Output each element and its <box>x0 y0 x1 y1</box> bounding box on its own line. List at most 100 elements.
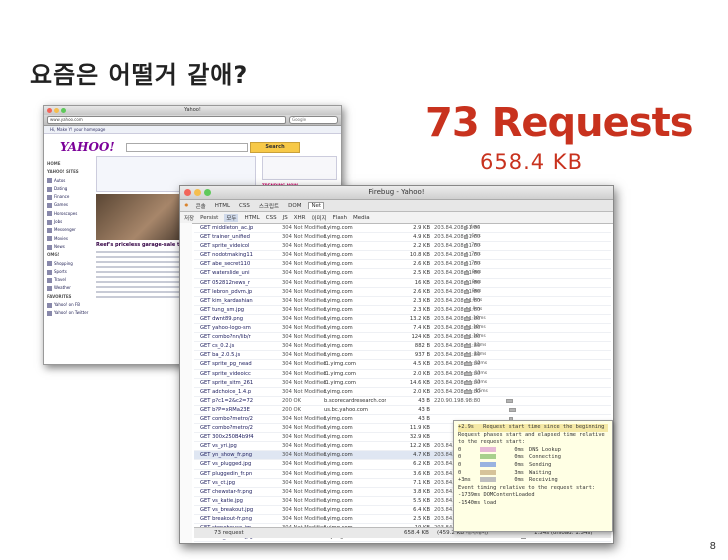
sidebar-item-label: Travel <box>54 277 66 283</box>
maximize-icon[interactable] <box>61 108 66 113</box>
table-row[interactable]: GET dwnt89.png 304 Not Modified l.yimg.com… <box>194 315 611 325</box>
request-ip: 220.90.198.98:80 <box>434 397 481 404</box>
timeline-label: 8ms <box>471 270 482 276</box>
maximize-icon[interactable] <box>204 189 211 196</box>
timeline-label: 13ms <box>474 370 488 376</box>
yahoo-search-input[interactable] <box>126 143 248 152</box>
sidebar-item[interactable]: Horoscopes <box>47 210 91 218</box>
table-row[interactable]: GET ba_2.0.5.js 304 Not Modified l.yimg.co… <box>194 351 611 361</box>
request-name: GET trainer_unified <box>200 234 250 241</box>
table-row[interactable]: GET sprite_videicol 304 Not Modified l.yim… <box>194 242 611 252</box>
yahoo-logo[interactable]: YAHOO! <box>60 140 115 154</box>
panel-tab[interactable]: CSS <box>237 203 252 209</box>
sidebar-item[interactable]: Autos <box>47 177 91 185</box>
request-size: 124 KB <box>411 334 430 341</box>
request-size: 5.5 KB <box>413 497 430 504</box>
phase-label: Receiving <box>529 477 558 484</box>
net-filter-tab[interactable]: HTML <box>244 215 259 221</box>
table-row[interactable]: GET waterslide_uni 304 Not Modified l.yimg… <box>194 269 611 279</box>
firebug-bug-icon[interactable]: ✹ <box>184 203 189 209</box>
sidebar-item[interactable]: Yahoo! on FB <box>47 301 91 309</box>
sidebar-item[interactable]: Yahoo! on Twitter <box>47 309 91 317</box>
request-size: 2.5 KB <box>413 270 430 277</box>
sidebar-item-label: Autos <box>54 177 66 183</box>
net-filter-tab[interactable]: 모두 <box>224 213 239 222</box>
timeline-bar <box>508 407 516 412</box>
sidebar-item-label: Yahoo! on FB <box>54 302 80 308</box>
table-row[interactable]: GET adchoice_1.4.p 304 Not Modified l.yimg… <box>194 388 611 397</box>
table-row[interactable]: GET p?c1=2&c2=72 200 OK b.scorecardresearc… <box>194 397 611 406</box>
panel-tab[interactable]: 스크립트 <box>257 202 281 210</box>
table-row[interactable]: GET 052812news_r 304 Not Modified l.yimg.c… <box>194 279 611 288</box>
timing-tooltip: +2.9s Request start time since the begin… <box>453 420 613 532</box>
net-filter-tab[interactable]: Flash <box>333 215 347 221</box>
table-row[interactable]: GET tung_sm.jpg 304 Not Modified l.yimg.co… <box>194 306 611 315</box>
net-filter-tab[interactable]: Media <box>353 215 370 221</box>
sidebar-item[interactable]: Dating <box>47 185 91 193</box>
panel-tab[interactable]: 콘솔 <box>194 202 208 210</box>
table-row[interactable]: GET abe_secret110 304 Not Modified l.yimg.… <box>194 260 611 270</box>
sidebar-item[interactable]: Finance <box>47 193 91 201</box>
request-domain: l1.yimg.com <box>324 370 356 377</box>
sidebar-item[interactable]: OMG! <box>47 251 91 259</box>
table-row[interactable]: GET combo?nn/lib/r 304 Not Modified l.yimg… <box>194 333 611 343</box>
minimize-icon[interactable] <box>54 108 59 113</box>
net-filter-tab[interactable]: XHR <box>294 215 306 221</box>
panel-tab[interactable]: HTML <box>213 203 232 209</box>
browser-search-field[interactable]: Google <box>289 116 338 124</box>
sidebar-item[interactable]: Weather <box>47 284 91 292</box>
sidebar-item[interactable]: FAVORITES <box>47 293 91 301</box>
table-row[interactable]: GET sprite_pg_nead 304 Not Modified l1.yim… <box>194 360 611 370</box>
panel-tab[interactable]: Net <box>308 202 325 209</box>
table-row[interactable]: GET sprite_videoicc 304 Not Modified l1.yi… <box>194 370 611 379</box>
sidebar-item[interactable]: HOME <box>47 160 91 168</box>
table-row[interactable]: GET nodotmaking11 304 Not Modified l.yimg.… <box>194 251 611 261</box>
sidebar-item[interactable]: Messenger <box>47 226 91 234</box>
window-controls[interactable] <box>184 189 211 196</box>
close-icon[interactable] <box>47 108 52 113</box>
sidebar-item[interactable]: News <box>47 243 91 251</box>
net-filter-tab[interactable]: Persist <box>200 215 218 221</box>
minimize-icon[interactable] <box>194 189 201 196</box>
panel-tab[interactable]: DOM <box>286 203 303 209</box>
table-row[interactable]: GET middleton_ac.jp 304 Not Modified l.yim… <box>194 224 611 234</box>
request-size: 32.9 KB <box>409 434 430 441</box>
net-filter-tab[interactable]: 저장 <box>184 214 194 222</box>
table-row[interactable]: GET yahoo-logo-sm 304 Not Modified l.yimg.… <box>194 324 611 334</box>
request-size: 13.2 KB <box>409 315 430 322</box>
sidebar-item-label: Sports <box>54 268 67 274</box>
sidebar-item[interactable]: Sports <box>47 268 91 276</box>
sidebar-item[interactable]: Shopping <box>47 260 91 268</box>
sidebar-item[interactable]: Travel <box>47 276 91 284</box>
request-name: GET dwnt89.png <box>200 315 244 322</box>
url-bar[interactable]: www.yahoo.com <box>47 116 286 124</box>
net-filter-tab[interactable]: CSS <box>266 215 277 221</box>
table-row[interactable]: GET sprite_sitm_261 304 Not Modified l1.yi… <box>194 379 611 388</box>
sidebar-item[interactable]: Movies <box>47 235 91 243</box>
request-size: 2.0 KB <box>413 388 430 395</box>
yahoo-search-button[interactable]: Search <box>250 142 300 153</box>
request-ip: 203.84.208.51:80 <box>434 243 481 250</box>
timeline-label: 11ms <box>474 343 487 349</box>
close-icon[interactable] <box>184 189 191 196</box>
yahoo-topbar[interactable]: Hi, Make Y! your homepage <box>44 126 341 134</box>
sidebar-item[interactable]: Games <box>47 201 91 209</box>
phase-duration: 0ms <box>514 461 524 468</box>
table-row[interactable]: GET trainer_unified 304 Not Modified l.yim… <box>194 233 611 243</box>
timeline-bar <box>464 380 472 385</box>
sidebar-item[interactable]: Jobs <box>47 218 91 226</box>
request-name: GET adchoice_1.4.p <box>200 388 252 395</box>
net-filter-tab[interactable]: JS <box>283 215 288 221</box>
table-row[interactable]: GET b?P=xRMa23E 200 OK us.bc.yahoo.com 43 B <box>194 406 611 415</box>
site-icon <box>47 277 52 283</box>
table-row[interactable]: GET cs_0.2.js 304 Not Modified l.yimg.com 8… <box>194 342 611 352</box>
table-row[interactable]: GET lebron_pdvm.jp 304 Not Modified l.yimg… <box>194 288 611 297</box>
net-filter-tab[interactable]: 이미지 <box>311 214 326 222</box>
phase-label: Waiting <box>529 469 552 476</box>
table-row[interactable]: GET marina_keegan304 Not Modifiedl1.yimg… <box>194 542 611 543</box>
slide-title: 요즘은 어떨거 같애? <box>30 61 249 89</box>
window-controls[interactable] <box>47 108 66 113</box>
mail-box[interactable] <box>262 156 337 180</box>
sidebar-item[interactable]: YAHOO! SITES <box>47 168 91 176</box>
table-row[interactable]: GET kim_kardashian 304 Not Modified l.yimg… <box>194 297 611 306</box>
